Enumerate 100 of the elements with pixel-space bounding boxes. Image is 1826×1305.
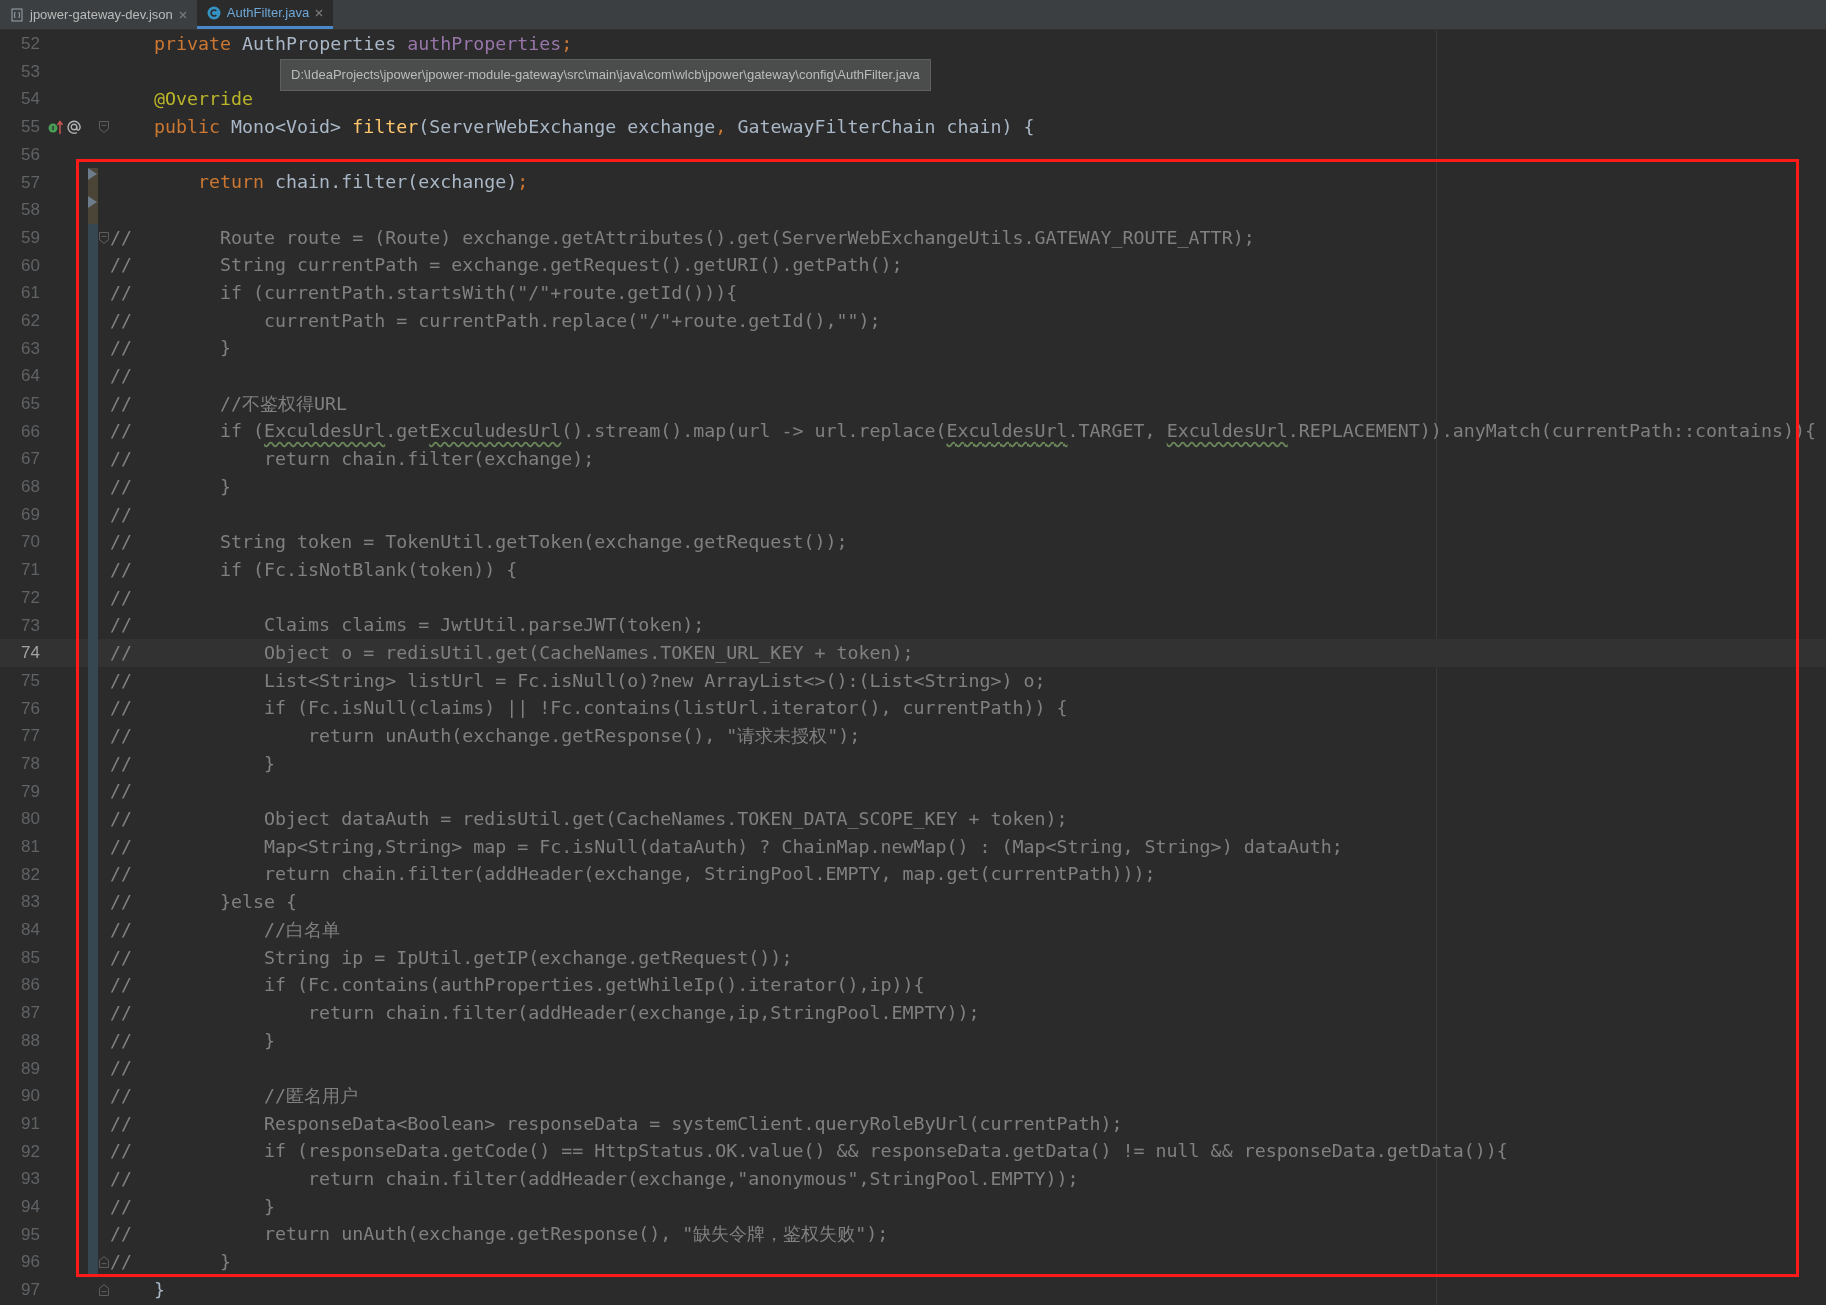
line-number: 70	[20, 531, 40, 554]
line-number: 60	[20, 254, 40, 277]
line-number: 88	[20, 1029, 40, 1052]
line-number: 92	[20, 1140, 40, 1163]
code-line: // if (Fc.contains(authProperties.getWhileIp().iterator(),ip)){	[110, 973, 925, 998]
code-line: // return chain.filter(addHeader(exchange, StringPool.EMPTY, map.get(currentPath)));	[110, 862, 1156, 887]
code-line: // if (Fc.isNull(claims) || !Fc.contains(listUrl.iterator(), currentPath)) {	[110, 696, 1068, 721]
line-number: 78	[20, 752, 40, 775]
fold-icon[interactable]	[99, 1282, 109, 1297]
close-icon[interactable]	[178, 10, 187, 19]
code-line: // }	[110, 1250, 232, 1275]
line-number: 71	[20, 559, 40, 582]
line-number: 91	[20, 1112, 40, 1135]
fold-icon[interactable]	[99, 230, 109, 245]
code-line: // List<String> listUrl = Fc.isNull(o)?new ArrayList<>():(List<String>) o;	[110, 668, 1046, 693]
code-line: }	[153, 1277, 166, 1302]
line-number: 59	[20, 226, 40, 249]
code-line: // return chain.filter(addHeader(exchange,"anonymous",StringPool.EMPTY));	[110, 1167, 1079, 1192]
code-line: // return unAuth(exchange.getResponse(), "缺失令牌，鉴权失败");	[110, 1222, 889, 1247]
line-number: 66	[20, 420, 40, 443]
line-number: 86	[20, 974, 40, 997]
editor-tab[interactable]: jpower-gateway-dev.json	[0, 0, 197, 29]
code-line: // String currentPath = exchange.getRequest().getURI().getPath();	[110, 253, 903, 278]
code-line: //	[110, 364, 132, 389]
line-number: 79	[20, 780, 40, 803]
fold-icon[interactable]	[99, 1255, 109, 1270]
code-line: // }	[110, 474, 232, 499]
code-line: @Override	[153, 87, 254, 112]
deleted-triangle-icon[interactable]	[88, 196, 98, 209]
code-line: // String token = TokenUtil.getToken(exchange.getRequest());	[110, 530, 848, 555]
line-number: 55	[20, 116, 40, 139]
change-marker[interactable]	[88, 196, 98, 224]
line-number: 56	[20, 143, 40, 166]
change-marker[interactable]	[88, 1248, 98, 1276]
line-number: 61	[20, 282, 40, 305]
line-number: 75	[20, 669, 40, 692]
code-line: // }	[110, 751, 276, 776]
code-line: // if (Fc.isNotBlank(token)) {	[110, 557, 518, 582]
code-line: // if (responseData.getCode() == HttpStatus.OK.value() && responseData.getData() != null && responseData.getData()){	[110, 1139, 1508, 1164]
code-line: // return chain.filter(addHeader(exchange,ip,StringPool.EMPTY));	[110, 1000, 980, 1025]
class-icon	[206, 6, 221, 20]
change-marker[interactable]	[88, 168, 98, 197]
code-line: return chain.filter(exchange);	[197, 170, 529, 195]
code-line: // Object dataAuth = redisUtil.get(CacheNames.TOKEN_DATA_SCOPE_KEY + token);	[110, 807, 1068, 832]
line-number: 93	[20, 1168, 40, 1191]
line-number: 95	[20, 1223, 40, 1246]
code-line: // }else {	[110, 890, 298, 915]
line-number: 53	[20, 60, 40, 83]
line-number: 68	[20, 476, 40, 499]
line-number: 81	[20, 836, 40, 859]
at-sign-icon[interactable]	[66, 118, 82, 135]
code-line: // //白名单	[110, 917, 341, 942]
line-number: 52	[20, 33, 40, 56]
close-icon[interactable]	[315, 9, 324, 17]
code-line: //	[110, 779, 132, 804]
editor-tab[interactable]: AuthFilter.java	[196, 0, 334, 29]
code-line: // ResponseData<Boolean> responseData = systemClient.queryRoleByUrl(currentPath);	[110, 1111, 1123, 1136]
code-line: // return unAuth(exchange.getResponse(), "请求未授权");	[110, 724, 861, 749]
line-number: 96	[20, 1251, 40, 1274]
line-number: 63	[20, 337, 40, 360]
line-number: 76	[20, 697, 40, 720]
json-file-icon	[10, 7, 24, 22]
code-line: //	[110, 585, 132, 610]
line-number: 67	[20, 448, 40, 471]
line-number: 89	[20, 1057, 40, 1080]
code-line: // Route route = (Route) exchange.getAttributes().get(ServerWebExchangeUtils.GATEWAY_ROUTE_ATTR);	[110, 225, 1255, 250]
change-marker[interactable]	[88, 223, 98, 252]
implements-arrow-icon[interactable]	[48, 118, 64, 135]
line-number: 85	[20, 946, 40, 969]
line-number: 77	[20, 725, 40, 748]
code-line: // }	[110, 336, 232, 361]
line-number: 84	[20, 919, 40, 942]
code-line: // if (currentPath.startsWith("/"+route.getId())){	[110, 281, 738, 306]
code-line: //	[110, 1056, 132, 1081]
code-line: private AuthProperties authProperties;	[153, 31, 573, 56]
line-number: 65	[20, 393, 40, 416]
line-number: 90	[20, 1085, 40, 1108]
code-line: // return chain.filter(exchange);	[110, 447, 595, 472]
code-line: // }	[110, 1028, 276, 1053]
deleted-triangle-icon[interactable]	[88, 168, 98, 181]
line-number: 83	[20, 891, 40, 914]
line-number: 87	[20, 1002, 40, 1025]
code-line: // }	[110, 1194, 276, 1219]
code-line: // //不鉴权得URL	[110, 391, 348, 416]
code-line: public Mono<Void> filter(ServerWebExchange exchange, GatewayFilterChain chain) {	[153, 114, 1035, 139]
code-line: // String ip = IpUtil.getIP(exchange.getRequest());	[110, 945, 793, 970]
line-number: 69	[20, 503, 40, 526]
line-number: 94	[20, 1195, 40, 1218]
line-number: 72	[20, 586, 40, 609]
line-number: 64	[20, 365, 40, 388]
code-line: // Map<String,String> map = Fc.isNull(dataAuth) ? ChainMap.newMap() : (Map<String, String>) dataAuth;	[110, 834, 1343, 859]
code-line: // Object o = redisUtil.get(CacheNames.TOKEN_URL_KEY + token);	[110, 640, 914, 665]
line-number: 82	[20, 863, 40, 886]
code-line: // Claims claims = JwtUtil.parseJWT(token);	[110, 613, 705, 638]
line-number: 73	[20, 614, 40, 637]
line-number: 54	[20, 88, 40, 111]
fold-icon[interactable]	[99, 120, 109, 135]
line-number: 58	[20, 199, 40, 222]
code-line: // currentPath = currentPath.replace("/"+route.getId(),"");	[110, 308, 881, 333]
code-line: // //匿名用户	[110, 1083, 359, 1108]
